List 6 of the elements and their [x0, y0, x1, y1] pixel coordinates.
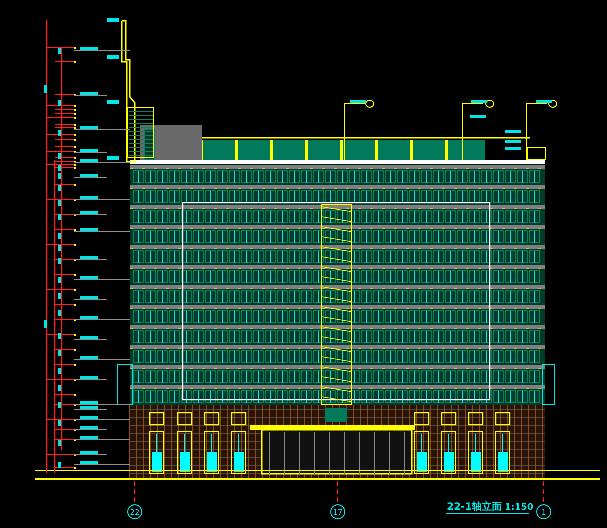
grid-axis-bubble — [330, 504, 346, 520]
drawing-title: 22-1轴立面 — [447, 502, 502, 513]
grid-axis-bubble — [536, 504, 552, 520]
grid-axis-bubble — [128, 504, 142, 520]
drawing-scale: 1:150 — [505, 503, 534, 513]
grid-axis-line — [134, 480, 136, 504]
